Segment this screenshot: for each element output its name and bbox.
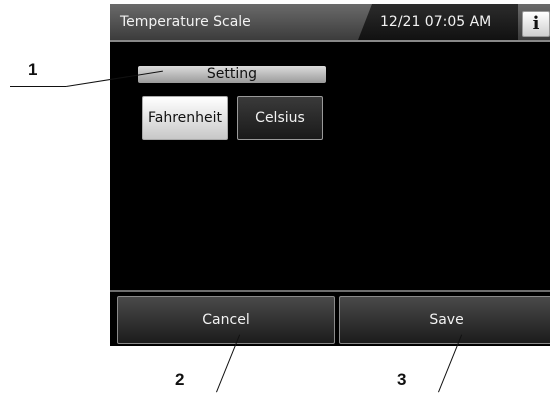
callout-number-2: 2	[175, 370, 185, 389]
save-button[interactable]: Save	[339, 296, 550, 344]
footer-bar: Cancel Save	[110, 292, 550, 346]
settings-panel: Setting Fahrenheit Celsius	[110, 42, 550, 292]
page-title: Temperature Scale	[120, 14, 251, 30]
cancel-button[interactable]: Cancel	[117, 296, 335, 344]
device-screen: Temperature Scale 12/21 07:05 AM i Setti…	[110, 4, 550, 346]
callout-number-3: 3	[397, 370, 407, 389]
datetime-display: 12/21 07:05 AM	[380, 14, 492, 30]
callout-line-1	[10, 86, 66, 87]
fahrenheit-button[interactable]: Fahrenheit	[142, 96, 228, 140]
callout-number-1: 1	[28, 60, 38, 79]
setting-header: Setting	[138, 66, 326, 83]
title-bar: Temperature Scale 12/21 07:05 AM i	[110, 4, 550, 42]
celsius-button[interactable]: Celsius	[237, 96, 323, 140]
info-icon[interactable]: i	[522, 11, 550, 37]
